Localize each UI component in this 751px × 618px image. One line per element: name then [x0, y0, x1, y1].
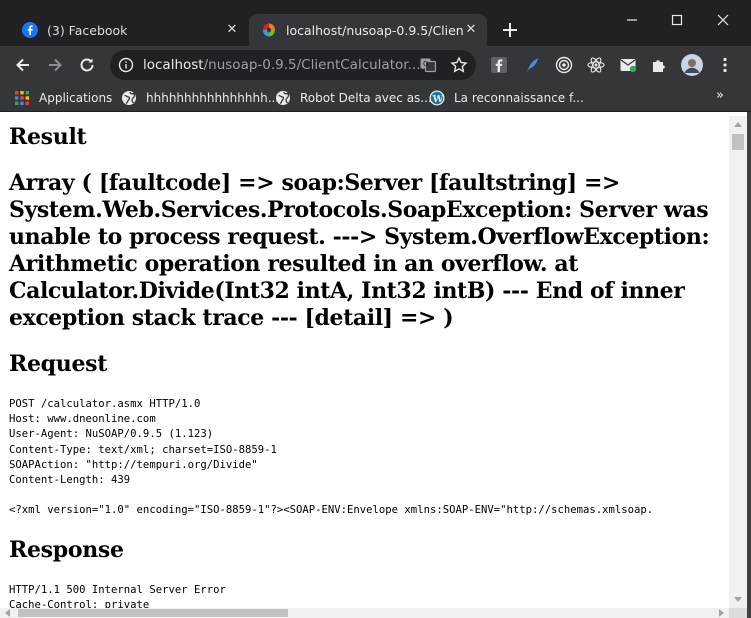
close-tab-icon[interactable]: ✕: [224, 22, 240, 38]
result-heading: Result: [9, 124, 87, 150]
scrollbar-corner: [729, 608, 747, 618]
page-viewport: Result Array ( [faultcode] => soap:Serve…: [0, 116, 729, 608]
browser-toolbar: localhost/nusoap-0.9.5/ClientCalculator.…: [0, 46, 751, 84]
xampp-icon: [263, 23, 275, 37]
new-tab-icon[interactable]: [500, 20, 520, 40]
feather-extension-icon[interactable]: [523, 56, 541, 74]
globe-icon: [122, 91, 136, 105]
bookmark-item[interactable]: hhhhhhhhhhhhhhhh...: [121, 89, 279, 107]
scroll-left-arrow-icon[interactable]: [5, 609, 10, 617]
scroll-up-arrow-icon[interactable]: [734, 122, 742, 127]
vertical-scrollbar[interactable]: [729, 116, 747, 608]
tab-facebook[interactable]: (3) Facebook ✕: [10, 14, 248, 46]
vertical-scroll-thumb[interactable]: [732, 134, 744, 150]
globe-icon: [276, 91, 290, 105]
url-text[interactable]: localhost/nusoap-0.9.5/ClientCalculator.…: [143, 57, 425, 73]
scroll-right-arrow-icon[interactable]: [719, 609, 724, 617]
tab-title: (3) Facebook: [47, 22, 128, 38]
horizontal-scrollbar[interactable]: [0, 608, 729, 618]
forward-icon[interactable]: [45, 55, 65, 75]
bookmark-label: Robot Delta avec as...: [300, 91, 432, 105]
scroll-down-arrow-icon[interactable]: [734, 597, 742, 602]
more-menu-icon[interactable]: [716, 56, 734, 74]
apps-grid-icon: [15, 91, 29, 105]
translate-icon[interactable]: G: [419, 56, 437, 74]
response-heading: Response: [9, 536, 124, 563]
bookmarks-bar: Applications hhhhhhhhhhhhhhhh... Robot D…: [0, 84, 751, 112]
minimize-icon[interactable]: [622, 10, 642, 30]
page-content: Result Array ( [faultcode] => soap:Serve…: [0, 116, 729, 608]
window-edge: [747, 112, 751, 618]
horizontal-scroll-thumb[interactable]: [18, 609, 288, 617]
bookmark-label: hhhhhhhhhhhhhhhh...: [146, 91, 280, 105]
facebook-extension-icon[interactable]: [490, 56, 508, 74]
address-bar[interactable]: localhost/nusoap-0.9.5/ClientCalculator.…: [110, 50, 476, 80]
bookmark-applications[interactable]: Applications: [14, 89, 112, 107]
bookmarks-overflow-chevron[interactable]: »: [716, 88, 724, 103]
reload-icon[interactable]: [77, 55, 97, 75]
react-devtools-icon[interactable]: [587, 56, 605, 74]
url-host: localhost: [143, 57, 204, 73]
tab-client-calculator[interactable]: localhost/nusoap-0.9.5/ClientCalculator.…: [249, 14, 487, 46]
wordpress-icon: W: [429, 90, 445, 106]
svg-text:W: W: [432, 94, 444, 105]
site-info-icon[interactable]: [118, 57, 134, 73]
request-dump: POST /calculator.asmx HTTP/1.0 Host: www…: [9, 398, 654, 517]
bookmark-star-icon[interactable]: [450, 56, 468, 74]
tab-strip: (3) Facebook ✕ localhost/nusoap-0.9.5/Cl…: [0, 0, 751, 46]
mail-extension-icon[interactable]: [619, 56, 637, 74]
close-window-icon[interactable]: [713, 10, 733, 30]
result-output: Array ( [faultcode] => soap:Server [faul…: [9, 170, 710, 331]
back-icon[interactable]: [13, 55, 33, 75]
response-dump: HTTP/1.1 500 Internal Server Error Cache…: [9, 583, 226, 608]
facebook-icon: [22, 22, 38, 38]
target-extension-icon[interactable]: [555, 56, 573, 74]
url-path: /nusoap-0.9.5/ClientCalculator....: [203, 57, 425, 73]
close-tab-icon[interactable]: ✕: [463, 22, 479, 38]
bookmark-item[interactable]: W La reconnaissance f...: [429, 89, 584, 107]
bookmark-item[interactable]: Robot Delta avec as...: [275, 89, 432, 107]
maximize-icon[interactable]: [667, 10, 687, 30]
bookmark-label: Applications: [39, 91, 113, 105]
svg-text:G: G: [423, 60, 428, 68]
tab-title: localhost/nusoap-0.9.5/ClientCalculator.…: [286, 22, 463, 38]
extensions-puzzle-icon[interactable]: [650, 56, 668, 74]
profile-avatar-icon[interactable]: [681, 54, 703, 76]
request-heading: Request: [9, 351, 108, 377]
bookmark-label: La reconnaissance f...: [454, 91, 584, 105]
